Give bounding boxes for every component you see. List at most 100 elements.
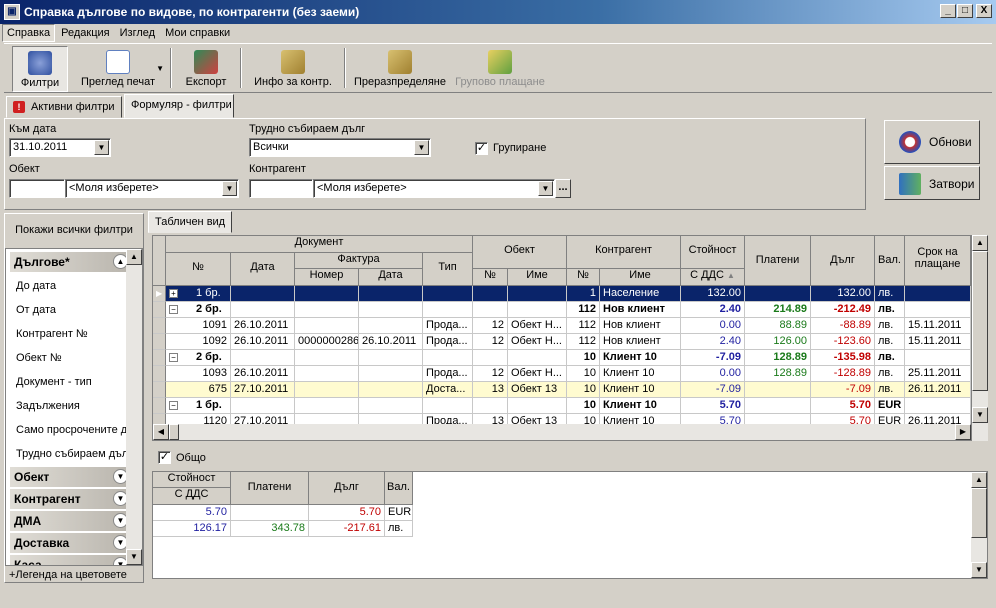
cell-doc[interactable]: 1091	[166, 318, 231, 334]
cell-invd[interactable]	[359, 398, 423, 414]
redistribute-button[interactable]: Преразпределяне	[352, 46, 448, 92]
object-number-input[interactable]	[9, 179, 65, 198]
cell-debt[interactable]: -135.98	[811, 350, 875, 366]
filter-item-overdue[interactable]: Само просрочените дъ	[10, 421, 132, 441]
cell-paid[interactable]: 128.89	[745, 366, 811, 382]
menu-view[interactable]: Изглед	[116, 25, 159, 41]
cell-cn[interactable]: 10	[567, 350, 600, 366]
cell-oname[interactable]: Обект 13	[508, 382, 567, 398]
header-contragent-number[interactable]: №	[567, 269, 600, 286]
cell-val[interactable]: -7.09	[681, 382, 745, 398]
header-doc-number[interactable]: №	[166, 253, 231, 286]
close-button[interactable]: Затвори	[884, 166, 980, 200]
chevron-down-icon[interactable]: ▼	[94, 140, 109, 155]
row-indicator[interactable]: ▶	[153, 286, 166, 302]
header-invoice-number[interactable]: Номер	[295, 269, 359, 286]
cell-debt[interactable]: 5.70	[811, 398, 875, 414]
cell-cname[interactable]: Клиент 10	[600, 366, 681, 382]
cell-val[interactable]: 5.70	[681, 398, 745, 414]
print-preview-button[interactable]: Преглед печат ▼	[74, 46, 164, 92]
cell-doc[interactable]: 675	[166, 382, 231, 398]
row-indicator[interactable]	[153, 350, 166, 366]
cell-oname[interactable]	[508, 350, 567, 366]
cell-type[interactable]	[423, 302, 473, 318]
table-row[interactable]: −1 бр. 10 Клиент 10 5.70 5.70 EUR	[153, 398, 971, 414]
cell-invd[interactable]	[359, 366, 423, 382]
cell-cn[interactable]: 112	[567, 302, 600, 318]
cell-on[interactable]: 12	[473, 366, 508, 382]
cell-date[interactable]: 27.10.2011	[231, 382, 295, 398]
vscroll-thumb[interactable]	[972, 251, 988, 391]
minimize-button[interactable]: _	[940, 4, 956, 18]
cell-inv[interactable]	[295, 366, 359, 382]
cell-inv[interactable]: 0000000286	[295, 334, 359, 350]
filter-item-hard-debt[interactable]: Трудно събираем дъл	[10, 445, 132, 465]
export-button[interactable]: Експорт	[178, 46, 234, 92]
cell-cur[interactable]: EUR	[875, 398, 905, 414]
total-row[interactable]: 126.17 343.78 -217.61 лв.	[153, 521, 413, 537]
cell-val[interactable]: -7.09	[681, 350, 745, 366]
cell-cn[interactable]: 112	[567, 334, 600, 350]
total-cell-paid[interactable]	[231, 505, 309, 521]
hard-debt-select[interactable]: Всички ▼	[249, 138, 431, 157]
cell-cur[interactable]: лв.	[875, 334, 905, 350]
row-indicator[interactable]	[153, 398, 166, 414]
cell-on[interactable]: 12	[473, 318, 508, 334]
cell-type[interactable]	[423, 398, 473, 414]
cell-debt[interactable]: -88.89	[811, 318, 875, 334]
cell-date[interactable]	[231, 398, 295, 414]
cell-cname[interactable]: Население	[600, 286, 681, 302]
row-indicator[interactable]	[153, 366, 166, 382]
cell-due[interactable]: 25.11.2011	[905, 366, 971, 382]
cell-cn[interactable]: 10	[567, 366, 600, 382]
object-select[interactable]: <Моля изберете> ▼	[65, 179, 239, 198]
cell-invd[interactable]	[359, 350, 423, 366]
group-cash[interactable]: Каса ▼	[10, 555, 132, 565]
cell-due[interactable]: 15.11.2011	[905, 318, 971, 334]
cell-inv[interactable]	[295, 398, 359, 414]
grouping-checkbox[interactable]: ✓	[475, 142, 488, 155]
group-pay-button[interactable]: Групово плащане	[454, 46, 546, 92]
cell-paid[interactable]: 126.00	[745, 334, 811, 350]
header-invoice-date[interactable]: Дата	[359, 269, 423, 286]
filter-item-from-date[interactable]: От дата	[10, 301, 132, 321]
cell-cn[interactable]: 1	[567, 286, 600, 302]
tab-table-view[interactable]: Табличен вид	[148, 211, 232, 233]
cell-due[interactable]	[905, 398, 971, 414]
total-cell-debt[interactable]: -217.61	[309, 521, 385, 537]
cell-doc[interactable]: 1092	[166, 334, 231, 350]
cell-paid[interactable]: 128.89	[745, 350, 811, 366]
cell-paid[interactable]: 214.89	[745, 302, 811, 318]
cell-due[interactable]	[905, 286, 971, 302]
total-row[interactable]: 5.70 5.70 EUR	[153, 505, 413, 521]
contragent-select[interactable]: <Моля изберете> ▼	[313, 179, 555, 198]
cell-date[interactable]: 26.10.2011	[231, 334, 295, 350]
show-all-filters-button[interactable]: Покажи всички филтри	[5, 214, 143, 248]
cell-val[interactable]: 2.40	[681, 302, 745, 318]
collapse-icon[interactable]: −	[169, 305, 178, 314]
cell-date[interactable]	[231, 302, 295, 318]
filters-button[interactable]: Филтри	[12, 46, 68, 92]
scroll-up-icon[interactable]: ▲	[971, 472, 987, 488]
group-dma[interactable]: ДМА ▼	[10, 511, 132, 531]
cell-val[interactable]: 132.00	[681, 286, 745, 302]
cell-cn[interactable]: 10	[567, 382, 600, 398]
cell-doc[interactable]: +1 бр.	[166, 286, 231, 302]
table-row[interactable]: 1092 26.10.2011 0000000286 26.10.2011 Прода.…	[153, 334, 971, 350]
cell-date[interactable]	[231, 350, 295, 366]
row-indicator[interactable]	[153, 382, 166, 398]
cell-invd[interactable]	[359, 302, 423, 318]
cell-inv[interactable]	[295, 286, 359, 302]
table-row[interactable]: 1093 26.10.2011 Прода... 12 Обект Н... 10 Клие…	[153, 366, 971, 382]
info-contragent-button[interactable]: Инфо за контр.	[248, 46, 338, 92]
group-contragent[interactable]: Контрагент ▼	[10, 489, 132, 509]
cell-debt[interactable]: -123.60	[811, 334, 875, 350]
group-object[interactable]: Обект ▼	[10, 467, 132, 487]
group-delivery[interactable]: Доставка ▼	[10, 533, 132, 553]
chevron-down-icon[interactable]: ▼	[222, 181, 237, 196]
expand-icon[interactable]: +	[169, 289, 178, 298]
filter-item-liabilities[interactable]: Задължения	[10, 397, 132, 417]
total-checkbox[interactable]: ✓	[158, 451, 171, 464]
chevron-down-icon[interactable]: ▼	[538, 181, 553, 196]
cell-debt[interactable]: -7.09	[811, 382, 875, 398]
